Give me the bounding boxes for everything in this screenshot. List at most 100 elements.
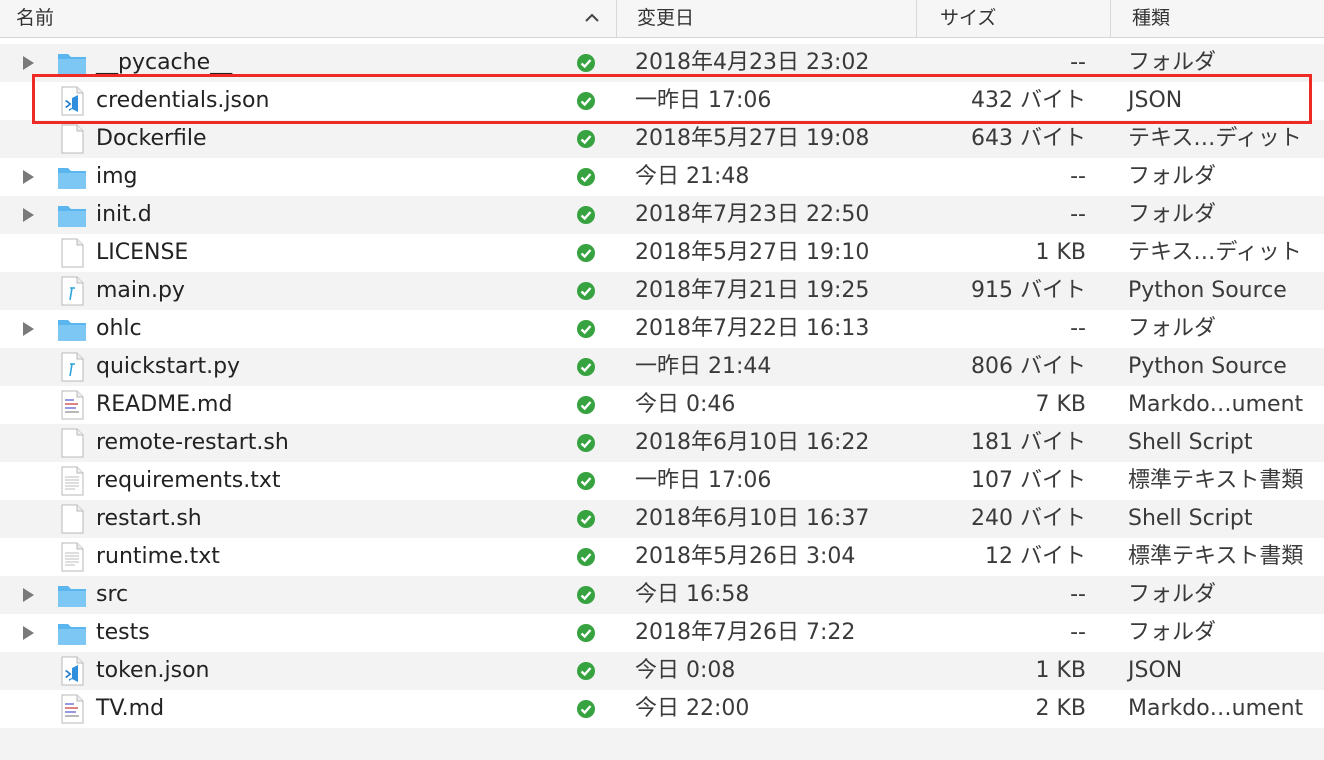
file-row[interactable]: TV.md 今日 22:00 2 KB Markdo…ument xyxy=(0,690,1324,728)
file-date-modified: 今日 21:48 xyxy=(635,164,750,189)
column-header-name-label: 名前 xyxy=(16,7,55,29)
file-kind: 標準テキスト書類 xyxy=(1128,468,1304,493)
file-name: TV.md xyxy=(96,696,165,721)
file-size: 181 バイト xyxy=(971,430,1086,455)
sync-status-check-icon xyxy=(577,624,595,642)
file-date-modified: 一昨日 21:44 xyxy=(635,354,772,379)
disclosure-triangle-icon[interactable] xyxy=(20,625,36,641)
file-row[interactable]: requirements.txt 一昨日 17:06 107 バイト 標準テキスト書類 xyxy=(0,462,1324,500)
file-size: -- xyxy=(1070,620,1086,645)
file-name: img xyxy=(96,164,138,189)
file-date-modified: 2018年5月26日 3:04 xyxy=(635,544,856,569)
file-size: 915 バイト xyxy=(971,278,1086,303)
sync-status-check-icon xyxy=(577,662,595,680)
file-name: restart.sh xyxy=(96,506,202,531)
file-date-modified: 2018年7月23日 22:50 xyxy=(635,202,870,227)
file-row[interactable]: remote-restart.sh 2018年6月10日 16:22 181 バイト… xyxy=(0,424,1324,462)
file-name: requirements.txt xyxy=(96,468,281,493)
file-date-modified: 2018年5月27日 19:08 xyxy=(635,126,870,151)
file-size: -- xyxy=(1070,202,1086,227)
disclosure-triangle-icon[interactable] xyxy=(20,169,36,185)
file-row[interactable]: quickstart.py 一昨日 21:44 806 バイト Python Sour… xyxy=(0,348,1324,386)
file-size: 1 KB xyxy=(1035,240,1086,265)
file-name: remote-restart.sh xyxy=(96,430,289,455)
column-header-kind-label: 種類 xyxy=(1132,7,1171,29)
folder-icon xyxy=(58,586,86,607)
file-date-modified: 今日 22:00 xyxy=(635,696,750,721)
text-file-icon xyxy=(61,542,84,572)
sync-status-check-icon xyxy=(577,54,595,72)
file-kind: テキス…ディット xyxy=(1128,126,1302,151)
file-kind: Markdo…ument xyxy=(1128,696,1304,721)
sort-ascending-icon[interactable] xyxy=(583,9,601,27)
file-name: README.md xyxy=(96,392,233,417)
file-date-modified: 2018年7月26日 7:22 xyxy=(635,620,856,645)
sync-status-check-icon xyxy=(577,434,595,452)
column-header-name[interactable]: 名前 xyxy=(0,0,616,37)
json-file-icon xyxy=(61,656,84,686)
file-size: -- xyxy=(1070,582,1086,607)
file-date-modified: 2018年7月21日 19:25 xyxy=(635,278,870,303)
disclosure-triangle-icon[interactable] xyxy=(20,321,36,337)
file-row[interactable]: init.d 2018年7月23日 22:50 -- フォルダ xyxy=(0,196,1324,234)
file-row[interactable]: img 今日 21:48 -- フォルダ xyxy=(0,158,1324,196)
file-kind: フォルダ xyxy=(1128,582,1217,607)
blank-file-icon xyxy=(61,124,84,154)
column-header-size-label: サイズ xyxy=(940,7,997,29)
file-row[interactable]: src 今日 16:58 -- フォルダ xyxy=(0,576,1324,614)
file-kind: Shell Script xyxy=(1128,506,1253,531)
file-size: -- xyxy=(1070,164,1086,189)
sync-status-check-icon xyxy=(577,396,595,414)
column-header-date-label: 変更日 xyxy=(637,7,695,29)
file-row[interactable]: LICENSE 2018年5月27日 19:10 1 KB テキス…ディット xyxy=(0,234,1324,272)
file-row[interactable]: token.json 今日 0:08 1 KB JSON xyxy=(0,652,1324,690)
folder-icon xyxy=(58,624,86,645)
sync-status-check-icon xyxy=(577,206,595,224)
file-kind: Markdo…ument xyxy=(1128,392,1304,417)
column-header-size[interactable]: サイズ xyxy=(916,0,1110,37)
sync-status-check-icon xyxy=(577,548,595,566)
empty-row xyxy=(0,728,1324,760)
column-header-kind[interactable]: 種類 xyxy=(1110,0,1324,37)
sync-status-check-icon xyxy=(577,244,595,262)
file-name: src xyxy=(96,582,129,607)
column-header-bar: 名前 変更日 サイズ 種類 xyxy=(0,0,1324,38)
file-row[interactable]: README.md 今日 0:46 7 KB Markdo…ument xyxy=(0,386,1324,424)
file-row[interactable]: tests 2018年7月26日 7:22 -- フォルダ xyxy=(0,614,1324,652)
file-size: 240 バイト xyxy=(971,506,1086,531)
file-kind: フォルダ xyxy=(1128,316,1217,341)
sync-status-check-icon xyxy=(577,168,595,186)
sync-status-check-icon xyxy=(577,510,595,528)
folder-icon xyxy=(58,320,86,341)
file-row[interactable]: restart.sh 2018年6月10日 16:37 240 バイト Shell S… xyxy=(0,500,1324,538)
folder-icon xyxy=(58,168,86,189)
file-kind: 標準テキスト書類 xyxy=(1128,544,1304,569)
file-row[interactable]: Dockerfile 2018年5月27日 19:08 643 バイト テキス…ディッ… xyxy=(0,120,1324,158)
sync-status-check-icon xyxy=(577,282,595,300)
markdown-file-icon xyxy=(61,390,84,420)
disclosure-triangle-icon[interactable] xyxy=(20,587,36,603)
text-file-icon xyxy=(61,466,84,496)
file-size: 1 KB xyxy=(1035,658,1086,683)
file-date-modified: 2018年6月10日 16:22 xyxy=(635,430,870,455)
file-date-modified: 2018年7月22日 16:13 xyxy=(635,316,870,341)
file-name: LICENSE xyxy=(96,240,189,265)
column-header-date[interactable]: 変更日 xyxy=(616,0,916,37)
file-kind: フォルダ xyxy=(1128,620,1217,645)
file-name: tests xyxy=(96,620,150,645)
sync-status-check-icon xyxy=(577,586,595,604)
file-name: runtime.txt xyxy=(96,544,220,569)
disclosure-triangle-icon[interactable] xyxy=(20,207,36,223)
file-kind: Python Source xyxy=(1128,278,1287,303)
file-size: 12 バイト xyxy=(985,544,1086,569)
sync-status-check-icon xyxy=(577,700,595,718)
file-row[interactable]: runtime.txt 2018年5月26日 3:04 12 バイト 標準テキスト書類 xyxy=(0,538,1324,576)
sync-status-check-icon xyxy=(577,472,595,490)
file-kind: JSON xyxy=(1128,658,1183,683)
file-row[interactable]: ohlc 2018年7月22日 16:13 -- フォルダ xyxy=(0,310,1324,348)
file-size: 2 KB xyxy=(1035,696,1086,721)
file-size: -- xyxy=(1070,316,1086,341)
sync-status-check-icon xyxy=(577,320,595,338)
disclosure-triangle-icon[interactable] xyxy=(20,55,36,71)
file-row[interactable]: main.py 2018年7月21日 19:25 915 バイト Python Sou… xyxy=(0,272,1324,310)
